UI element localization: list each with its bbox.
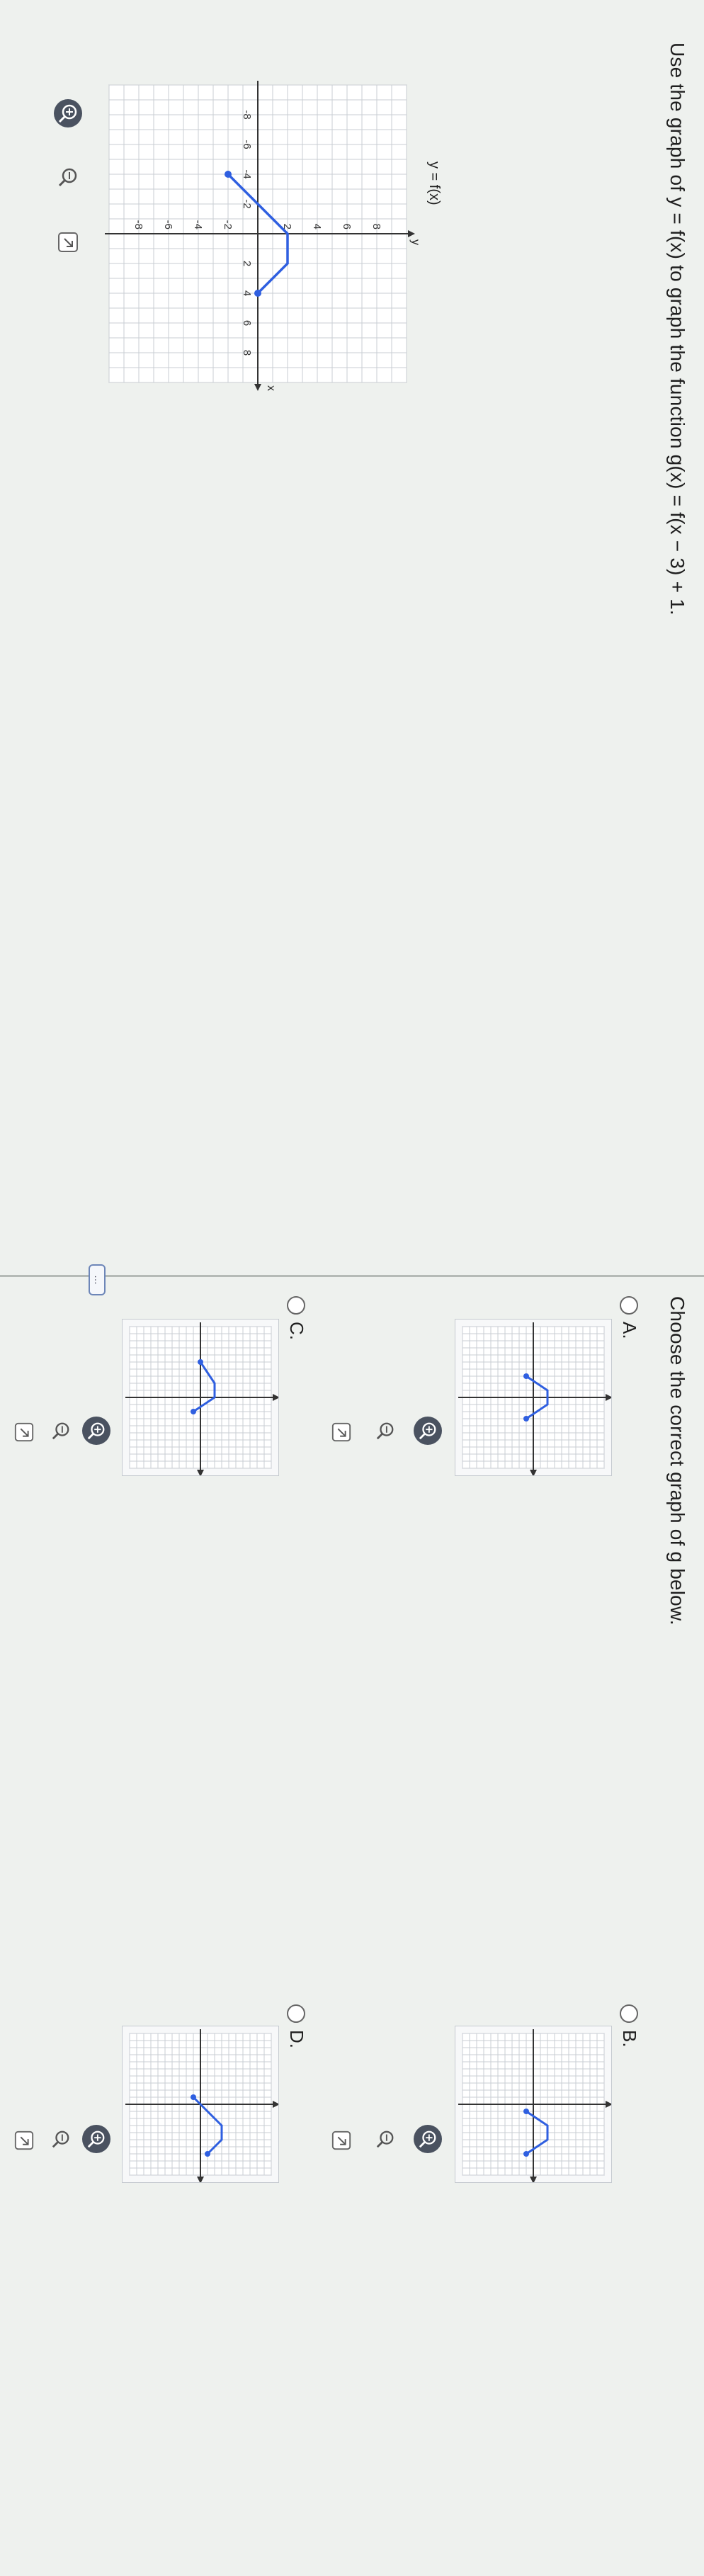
question-text: Use the graph of y = f(x) to graph the f… — [666, 42, 688, 615]
zoom-out-button[interactable] — [54, 163, 82, 191]
y-tick-label: -8 — [132, 220, 144, 229]
x-tick-label: -2 — [241, 199, 253, 208]
option-a-radio[interactable]: A. — [618, 1296, 640, 1339]
option-c-label: C. — [286, 1322, 307, 1340]
curve-endpoint — [523, 2151, 529, 2157]
y-tick-label: 8 — [370, 224, 382, 229]
popout-icon — [58, 232, 78, 252]
option-d-zoom-out-button[interactable] — [47, 2125, 75, 2153]
x-tick-label: 6 — [241, 320, 253, 326]
popout-icon — [331, 1422, 351, 1442]
curve-endpoint — [523, 2109, 529, 2114]
zoom-out-icon — [376, 2130, 394, 2148]
x-tick-label: 4 — [241, 290, 253, 296]
option-d-graph — [122, 2026, 279, 2183]
x-axis-arrow-icon — [197, 2177, 204, 2183]
zoom-out-icon — [52, 1422, 69, 1440]
y-axis-arrow-icon — [273, 1394, 279, 1401]
option-b-radio[interactable]: B. — [618, 2004, 640, 2048]
x-axis-arrow-icon — [530, 1470, 537, 1476]
option-a-popout-button[interactable] — [326, 1417, 357, 1448]
option-d-radio[interactable]: D. — [285, 2004, 307, 2048]
x-tick-label: 8 — [241, 350, 253, 356]
option-c-graph — [122, 1319, 279, 1476]
zoom-in-icon — [419, 2130, 436, 2148]
graph-title: y = f(x) — [426, 161, 442, 205]
curve-endpoint — [225, 171, 232, 178]
zoom-in-icon — [419, 1422, 436, 1440]
curve-endpoint — [191, 2094, 196, 2100]
curve-endpoint — [191, 1409, 196, 1414]
question-page: Use the graph of y = f(x) to graph the f… — [0, 0, 704, 2576]
zoom-in-icon — [87, 2130, 105, 2148]
curve-endpoint — [523, 1416, 529, 1422]
y-tick-label: 4 — [311, 224, 323, 229]
popout-icon — [14, 2130, 34, 2150]
y-axis-arrow-icon — [273, 2101, 279, 2108]
option-d-label: D. — [286, 2030, 307, 2048]
answer-prompt: Choose the correct graph of g below. — [666, 1296, 688, 1625]
y-axis-label: y — [409, 239, 421, 245]
option-b-zoom-out-button[interactable] — [371, 2125, 399, 2153]
function-graph: xy-8-6-4-224688642-2-4-6-8 — [105, 81, 421, 391]
zoom-out-icon — [58, 168, 77, 187]
x-tick-label: -8 — [241, 110, 253, 119]
zoom-out-icon — [52, 2130, 69, 2148]
zoom-in-icon — [87, 1422, 105, 1440]
panel-divider — [0, 1275, 704, 1277]
y-tick-label: -2 — [222, 220, 234, 229]
option-c-zoom-out-button[interactable] — [47, 1417, 75, 1445]
x-axis-arrow-icon — [254, 384, 261, 391]
option-d-zoom-in-button[interactable] — [82, 2125, 110, 2153]
option-b-zoom-in-button[interactable] — [414, 2125, 442, 2153]
popout-icon — [331, 2130, 351, 2150]
radio-icon[interactable] — [620, 1296, 639, 1315]
option-c-radio[interactable]: C. — [285, 1296, 307, 1340]
curve-endpoint — [205, 2151, 210, 2157]
popout-button[interactable] — [52, 227, 84, 258]
zoom-in-icon — [58, 104, 77, 123]
zoom-out-icon — [376, 1422, 394, 1440]
option-b-label: B. — [619, 2030, 640, 2048]
option-a-label: A. — [619, 1322, 640, 1339]
y-axis-arrow-icon — [408, 230, 415, 237]
x-axis-arrow-icon — [530, 2177, 537, 2183]
y-tick-label: 6 — [341, 224, 353, 229]
x-axis-label: x — [265, 385, 277, 391]
curve-endpoint — [523, 1373, 529, 1379]
y-tick-label: -6 — [162, 220, 174, 229]
option-b-popout-button[interactable] — [326, 2125, 357, 2156]
x-tick-label: -4 — [241, 169, 253, 178]
radio-icon[interactable] — [287, 1296, 306, 1315]
curve-endpoint — [254, 290, 261, 297]
radio-icon[interactable] — [287, 2004, 306, 2023]
x-tick-label: 2 — [241, 261, 253, 266]
option-c-zoom-in-button[interactable] — [82, 1417, 110, 1445]
zoom-in-button[interactable] — [54, 99, 82, 127]
option-c-popout-button[interactable] — [8, 1417, 40, 1448]
option-a-zoom-out-button[interactable] — [371, 1417, 399, 1445]
curve-endpoint — [198, 1359, 203, 1365]
option-d-popout-button[interactable] — [8, 2125, 40, 2156]
y-tick-label: -4 — [192, 220, 204, 229]
option-a-graph — [455, 1319, 612, 1476]
popout-icon — [14, 1422, 34, 1442]
x-tick-label: -6 — [241, 140, 253, 149]
radio-icon[interactable] — [620, 2004, 639, 2023]
option-b-graph — [455, 2026, 612, 2183]
y-axis-arrow-icon — [606, 1394, 612, 1401]
option-a-zoom-in-button[interactable] — [414, 1417, 442, 1445]
y-axis-arrow-icon — [606, 2101, 612, 2108]
more-button[interactable]: … — [89, 1264, 106, 1295]
x-axis-arrow-icon — [197, 1470, 204, 1476]
